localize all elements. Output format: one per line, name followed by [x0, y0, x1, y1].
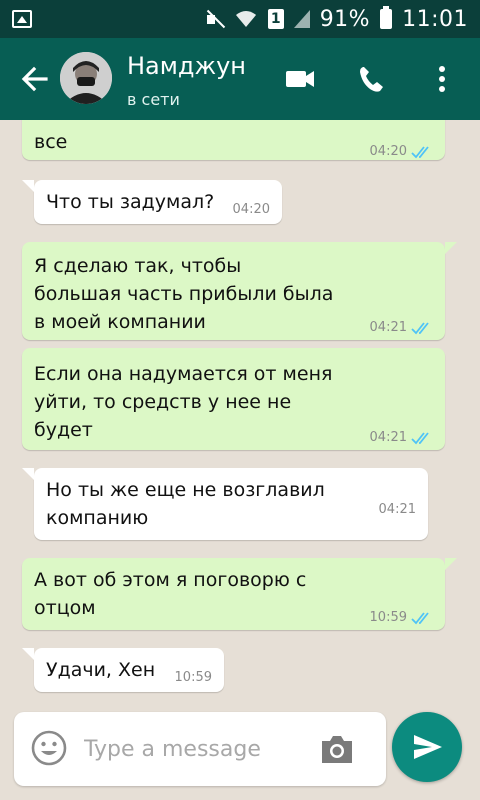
message-time: 04:20: [232, 202, 270, 217]
contact-name[interactable]: Намджун: [127, 52, 246, 80]
bubble-tail: [22, 180, 34, 192]
message-time: 10:59: [369, 610, 407, 625]
message-meta: 04:20: [233, 196, 270, 224]
message-meta: 10:59: [175, 664, 212, 692]
read-ticks-icon: [411, 322, 429, 335]
avatar-image: [60, 52, 112, 104]
message-text: Но ты же еще не возглавил компанию: [46, 479, 325, 529]
bubble-tail: [22, 648, 34, 660]
message-incoming[interactable]: Но ты же еще не возглавил компанию 04:21: [22, 468, 428, 540]
camera-icon[interactable]: [318, 732, 356, 766]
message-outgoing[interactable]: все 04:20: [22, 120, 445, 160]
message-outgoing[interactable]: Я сделаю так, чтобы большая часть прибыл…: [22, 242, 457, 342]
avatar[interactable]: [60, 52, 112, 104]
message-time: 04:21: [369, 430, 407, 445]
message-meta: 04:21: [370, 314, 433, 342]
message-input[interactable]: [82, 728, 316, 770]
message-meta: 04:21: [370, 424, 433, 452]
status-icons: 1 91% 11:01: [204, 0, 468, 38]
phone-icon[interactable]: [352, 59, 392, 99]
status-bar: 1 91% 11:01: [0, 0, 480, 38]
message-meta: 04:20: [370, 138, 433, 166]
read-ticks-icon: [411, 612, 429, 625]
signal-icon: [293, 10, 310, 28]
more-vertical-icon[interactable]: [422, 59, 462, 99]
send-button[interactable]: [392, 712, 462, 782]
message-composer: [14, 712, 386, 786]
message-list[interactable]: все 04:20 Что ты задумал? 04:20 Я сделаю…: [0, 120, 480, 800]
message-text: А вот об этом я поговорю с отцом: [34, 569, 307, 619]
gallery-notification-icon: [12, 10, 32, 28]
sim-indicator: 1: [267, 9, 284, 29]
message-incoming[interactable]: Удачи, Хен 10:59: [22, 648, 224, 692]
video-camera-icon[interactable]: [280, 59, 320, 99]
message-text: Если она надумается от меня уйти, то сре…: [34, 363, 333, 441]
mute-icon: [204, 9, 224, 29]
bubble-tail: [445, 558, 457, 570]
message-text: Удачи, Хен: [46, 659, 156, 681]
read-ticks-icon: [411, 432, 429, 445]
message-text: все: [34, 131, 68, 153]
battery-icon: [380, 6, 393, 29]
message-time: 04:21: [369, 320, 407, 335]
bubble-tail: [445, 242, 457, 254]
message-text: Я сделаю так, чтобы большая часть прибыл…: [34, 255, 334, 333]
message-meta: 04:21: [379, 496, 416, 524]
message-meta: 10:59: [370, 604, 433, 632]
message-text: Что ты задумал?: [46, 191, 215, 213]
battery-percentage: 91%: [319, 6, 371, 32]
message-time: 04:21: [378, 502, 416, 517]
message-time: 04:20: [369, 144, 407, 159]
message-incoming[interactable]: Что ты задумал? 04:20: [22, 180, 282, 224]
contact-status: в сети: [127, 90, 180, 109]
send-icon: [414, 735, 442, 759]
chat-header: Намджун в сети: [0, 38, 480, 120]
arrow-left-icon[interactable]: [16, 60, 54, 98]
clock: 11:01: [402, 6, 468, 32]
message-outgoing[interactable]: А вот об этом я поговорю с отцом 10:59: [22, 558, 457, 632]
emoji-icon[interactable]: [30, 729, 68, 767]
message-outgoing[interactable]: Если она надумается от меня уйти, то сре…: [22, 348, 445, 450]
read-ticks-icon: [411, 146, 429, 159]
message-time: 10:59: [174, 670, 212, 685]
wifi-icon: [235, 11, 256, 27]
bubble-tail: [22, 468, 34, 480]
